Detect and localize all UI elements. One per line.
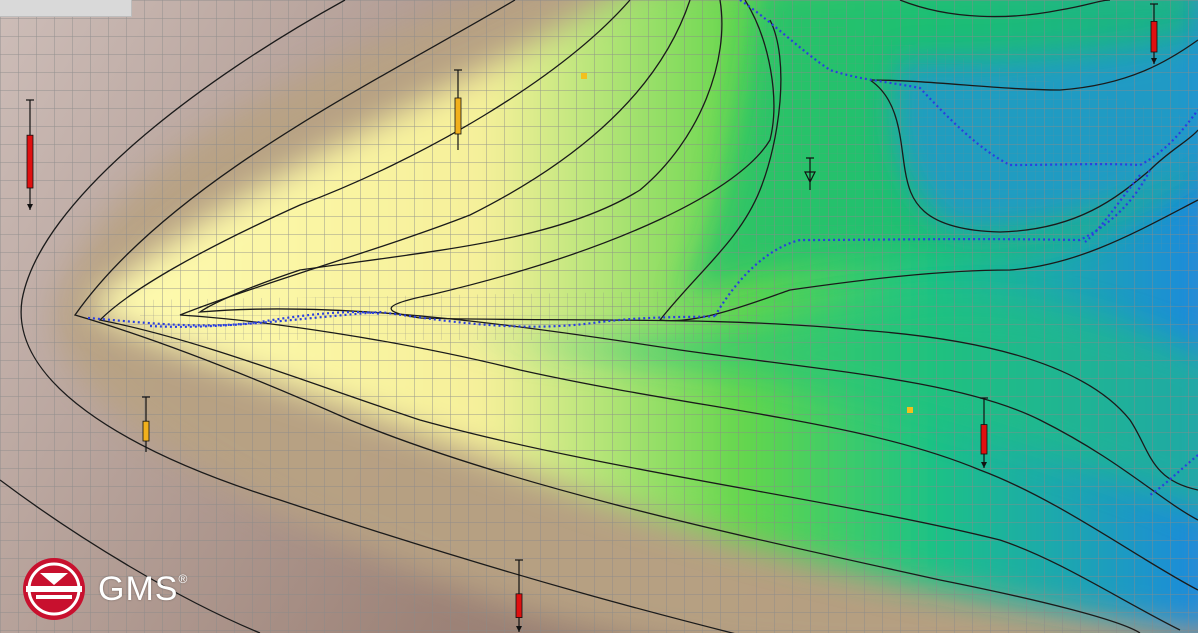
well-screen <box>26 134 34 189</box>
registered-mark: ® <box>178 571 189 586</box>
well-screen <box>142 420 150 442</box>
gms-logo-icon <box>23 558 85 620</box>
groundwater-model-map[interactable] <box>0 0 1198 633</box>
observation-point-icon[interactable] <box>907 407 913 413</box>
logo-text: GMS® <box>98 569 189 608</box>
window-tab-stub[interactable] <box>0 0 132 17</box>
well-screen <box>1150 20 1158 53</box>
model-viewport[interactable]: GMS® <box>0 0 1198 633</box>
well-screen <box>980 424 988 455</box>
gms-logo: GMS® <box>22 557 188 621</box>
well-screen <box>454 97 462 135</box>
well-screen <box>515 593 523 619</box>
observation-point-icon[interactable] <box>581 73 587 79</box>
